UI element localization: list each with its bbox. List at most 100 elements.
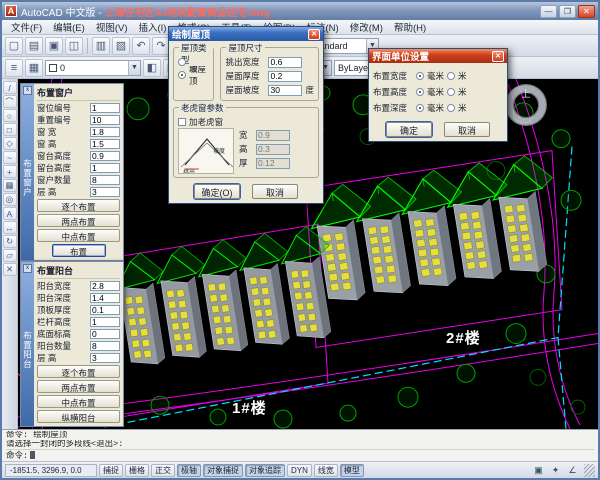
base-elevation-field[interactable] [90,329,120,339]
place-midpoint-button[interactable]: 中点布置 [37,229,120,242]
radio-icon[interactable] [447,72,455,80]
radio-icon[interactable] [416,88,424,96]
hatch-tool-icon[interactable]: ▦ [3,179,17,192]
preview-icon[interactable]: ▥ [92,37,110,55]
mirror-tool-icon[interactable]: ▱ [3,249,17,262]
menu-file[interactable]: 文件(F) [6,20,47,34]
lineweight-toggle[interactable]: 线宽 [314,464,338,477]
title-bar[interactable]: A AutoCAD 中文版 - 上海住宅区A3地块配套商品住宅.dwg — ❐ … [2,2,598,20]
otrack-toggle[interactable]: 对象追踪 [245,464,285,477]
overhang-width-field[interactable] [268,57,302,68]
ok-button[interactable]: 确定 [386,122,432,137]
maximize-button[interactable]: ❐ [559,5,576,18]
panel-title-strip[interactable]: x 布置窗户 [21,84,34,260]
make-current-icon[interactable]: ◧ [143,59,161,77]
radio-icon[interactable] [416,104,424,112]
radio-icon[interactable] [416,72,424,80]
polar-toggle[interactable]: 极轴 [177,464,201,477]
circle-tool-icon[interactable]: ○ [3,109,17,122]
balcony-depth-field[interactable] [90,293,120,303]
close-icon[interactable]: ✕ [308,29,320,40]
osnap-toggle[interactable]: 对象捕捉 [203,464,243,477]
place-two-point-button[interactable]: 两点布置 [37,214,120,227]
close-icon[interactable]: x [23,86,32,95]
save-file-icon[interactable]: ▣ [45,37,63,55]
roof-thickness-field[interactable] [268,71,302,82]
panel-title-strip[interactable]: x 布置阳台 [21,262,34,426]
plot-icon[interactable]: ◫ [65,37,83,55]
model-toggle[interactable]: 模型 [340,464,364,477]
menu-help[interactable]: 帮助(H) [389,20,431,34]
ortho-toggle[interactable]: 正交 [151,464,175,477]
slab-thickness-field[interactable] [90,305,120,315]
place-button[interactable]: 布置 [52,244,106,257]
sloped-roof-radio[interactable]: 坡屋顶 [178,68,209,81]
storey-height-field[interactable] [90,187,120,197]
publish-icon[interactable]: ▧ [112,37,130,55]
clearance-height-field[interactable] [90,163,120,173]
ellipse-tool-icon[interactable]: ◎ [3,193,17,206]
toolbar-lock-icon[interactable]: ▣ [531,464,546,477]
dormer-checkbox[interactable]: 加老虎窗 [178,115,314,128]
resize-grip[interactable] [584,464,595,477]
balcony-count-field[interactable] [90,341,120,351]
comm-center-icon[interactable]: ✦ [548,464,563,477]
arc-tool-icon[interactable]: ⌒ [3,95,17,108]
minimize-button[interactable]: — [540,5,557,18]
radio-icon[interactable] [447,88,455,96]
window-height-field[interactable] [90,139,120,149]
clean-screen-icon[interactable]: ∠ [565,464,580,477]
open-file-icon[interactable]: ▤ [25,37,43,55]
move-tool-icon[interactable]: ↔ [3,221,17,234]
polyline-tool-icon[interactable]: ~ [3,151,17,164]
radio-icon[interactable] [447,104,455,112]
snap-toggle[interactable]: 捕捉 [99,464,123,477]
chevron-down-icon[interactable]: ▼ [128,61,140,75]
erase-tool-icon[interactable]: ✕ [3,263,17,276]
storey-height-field[interactable] [90,353,120,363]
radio-icon[interactable] [178,71,186,79]
layer-manager-icon[interactable]: ≡ [5,59,23,77]
polygon-tool-icon[interactable]: ◇ [3,137,17,150]
close-icon[interactable]: x [23,264,32,273]
reset-id-field[interactable] [90,115,120,125]
view-compass[interactable]: 上 [506,85,546,125]
text-tool-icon[interactable]: A [3,207,17,220]
sill-height-field[interactable] [90,151,120,161]
place-one-by-one-button[interactable]: 逐个布置 [37,199,120,212]
roof-slope-field[interactable] [268,85,302,96]
place-two-point-button[interactable]: 两点布置 [37,380,120,393]
command-input[interactable]: 命令: [6,449,594,460]
balcony-width-field[interactable] [90,281,120,291]
corner-balcony-button[interactable]: 纵横阳台 [37,410,120,423]
checkbox-icon[interactable] [178,118,186,126]
layer-states-icon[interactable]: ▦ [25,59,43,77]
place-one-by-one-button[interactable]: 逐个布置 [37,365,120,378]
grid-toggle[interactable]: 栅格 [125,464,149,477]
radio-icon[interactable] [178,58,186,66]
menu-modify[interactable]: 修改(M) [345,20,388,34]
window-id-field[interactable] [90,103,120,113]
place-midpoint-button[interactable]: 中点布置 [37,395,120,408]
ok-button[interactable]: 确定(O) [194,184,240,199]
dyn-toggle[interactable]: DYN [287,464,312,477]
close-icon[interactable]: ✕ [492,51,504,62]
point-tool-icon[interactable]: + [3,165,17,178]
cancel-button[interactable]: 取消 [444,122,490,137]
close-button[interactable]: ✕ [578,5,595,18]
new-file-icon[interactable]: ▢ [5,37,23,55]
railing-height-field[interactable] [90,317,120,327]
window-count-field[interactable] [90,175,120,185]
cancel-button[interactable]: 取消 [252,184,298,199]
dialog-title-bar[interactable]: 绘制屋顶 ✕ [169,27,323,41]
line-tool-icon[interactable]: / [3,81,17,94]
rotate-tool-icon[interactable]: ↻ [3,235,17,248]
rectangle-tool-icon[interactable]: □ [3,123,17,136]
dialog-title-bar[interactable]: 界面单位设置 ✕ [369,49,507,63]
menu-insert[interactable]: 插入(I) [133,20,171,34]
window-width-field[interactable] [90,127,120,137]
menu-view[interactable]: 视图(V) [91,20,133,34]
layer-combo[interactable]: 0 ▼ [45,60,141,76]
menu-edit[interactable]: 编辑(E) [48,20,90,34]
undo-icon[interactable]: ↶ [132,37,150,55]
